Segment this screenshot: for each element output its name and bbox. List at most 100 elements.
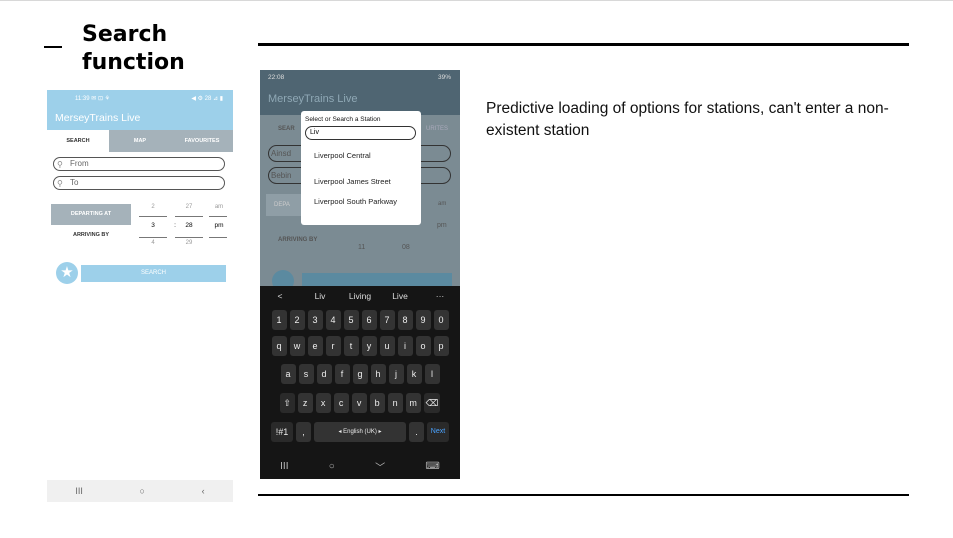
key[interactable]: a bbox=[280, 364, 296, 384]
dialog-title: Select or Search a Station bbox=[305, 116, 381, 123]
recents-icon[interactable]: III bbox=[280, 461, 288, 472]
key[interactable]: r bbox=[325, 336, 341, 356]
comma-key[interactable]: , bbox=[296, 422, 311, 442]
key[interactable]: s bbox=[298, 364, 314, 384]
search-icon: ⚲ bbox=[57, 160, 63, 169]
key[interactable]: 9 bbox=[415, 310, 431, 330]
tab-map[interactable]: MAP bbox=[109, 130, 171, 152]
hide-keyboard-icon[interactable]: ﹀ bbox=[375, 459, 385, 474]
minute-prev[interactable]: 27 bbox=[177, 204, 201, 210]
phone-screenshot-search: 11:39 ✉ ⊡ ⚘ ◀ ⚙ 28 ⊿ ▮ MerseyTrains Live… bbox=[47, 90, 233, 502]
key[interactable]: 2 bbox=[289, 310, 305, 330]
minute-next[interactable]: 29 bbox=[177, 240, 201, 246]
tab-search[interactable]: SEARCH bbox=[47, 130, 109, 152]
key[interactable]: u bbox=[379, 336, 395, 356]
key[interactable]: 1 bbox=[271, 310, 287, 330]
phone-screenshot-station-picker: 22:08 39% MerseyTrains Live SEAR URITES … bbox=[260, 70, 460, 479]
key[interactable]: k bbox=[406, 364, 422, 384]
key[interactable]: i bbox=[397, 336, 413, 356]
suggestion-bar: < Liv Living Live ··· bbox=[260, 286, 460, 306]
key[interactable]: 7 bbox=[379, 310, 395, 330]
arriving-by-toggle[interactable]: ARRIVING BY bbox=[51, 232, 131, 238]
key[interactable]: h bbox=[370, 364, 386, 384]
hour-next[interactable]: 4 bbox=[141, 240, 165, 246]
on-screen-keyboard: < Liv Living Live ··· 1 2 3 4 5 6 7 8 9 … bbox=[260, 286, 460, 479]
key[interactable]: l bbox=[424, 364, 440, 384]
key-row-q: q w e r t y u i o p bbox=[263, 336, 457, 356]
shift-icon[interactable]: ⇧ bbox=[279, 393, 295, 413]
to-input[interactable]: ⚲ To bbox=[53, 176, 225, 190]
station-picker-dialog: Select or Search a Station Liv Liverpool… bbox=[301, 111, 421, 225]
ampm-selected[interactable]: pm bbox=[207, 222, 231, 229]
departing-at-toggle[interactable]: DEPARTING AT bbox=[51, 204, 131, 225]
suggestion[interactable]: Live bbox=[380, 291, 420, 301]
key[interactable]: 8 bbox=[397, 310, 413, 330]
key[interactable]: 5 bbox=[343, 310, 359, 330]
key[interactable]: x bbox=[315, 393, 331, 413]
slide-caption: Predictive loading of options for statio… bbox=[486, 100, 889, 139]
battery-level: 39% bbox=[437, 73, 451, 81]
key[interactable]: p bbox=[433, 336, 449, 356]
key[interactable]: z bbox=[297, 393, 313, 413]
key[interactable]: o bbox=[415, 336, 431, 356]
ampm-prev[interactable]: am bbox=[207, 204, 231, 210]
keyboard-icon[interactable]: ⌨ bbox=[425, 461, 439, 472]
tab-favourites[interactable]: FAVOURITES bbox=[171, 130, 233, 152]
hour-prev[interactable]: 2 bbox=[141, 204, 165, 210]
status-time: 22:08 bbox=[268, 73, 285, 81]
hour-selected[interactable]: 3 bbox=[141, 222, 165, 229]
home-icon[interactable]: ○ bbox=[140, 486, 145, 496]
key[interactable]: 0 bbox=[433, 310, 449, 330]
android-nav-bar: III ○ ﹀ ⌨ bbox=[260, 454, 460, 479]
android-nav-bar: III ○ ‹ bbox=[47, 480, 233, 502]
app-title: MerseyTrains Live bbox=[47, 106, 233, 130]
favourite-star-icon[interactable]: ★ bbox=[56, 262, 78, 284]
key[interactable]: m bbox=[405, 393, 421, 413]
title-dash bbox=[44, 46, 62, 48]
app-title: MerseyTrains Live bbox=[268, 93, 358, 105]
station-option[interactable]: Liverpool Central bbox=[314, 151, 414, 160]
bottom-rule bbox=[258, 494, 909, 496]
key-row-a: a s d f g h j k l bbox=[263, 364, 457, 384]
key[interactable]: w bbox=[289, 336, 305, 356]
status-bar: 22:08 39% bbox=[260, 70, 460, 84]
period-key[interactable]: . bbox=[409, 422, 424, 442]
space-key[interactable]: ◂ English (UK) ▸ bbox=[314, 422, 406, 442]
search-button[interactable]: SEARCH bbox=[81, 265, 226, 282]
recents-icon[interactable]: III bbox=[75, 486, 83, 496]
home-icon[interactable]: ○ bbox=[329, 461, 335, 472]
station-option[interactable]: Liverpool James Street bbox=[314, 177, 414, 186]
key[interactable]: v bbox=[351, 393, 367, 413]
from-input[interactable]: ⚲ From bbox=[53, 157, 225, 171]
key[interactable]: d bbox=[316, 364, 332, 384]
key[interactable]: n bbox=[387, 393, 403, 413]
key[interactable]: b bbox=[369, 393, 385, 413]
key[interactable]: q bbox=[271, 336, 287, 356]
key[interactable]: c bbox=[333, 393, 349, 413]
backspace-icon[interactable]: ⌫ bbox=[423, 393, 441, 413]
key[interactable]: y bbox=[361, 336, 377, 356]
key[interactable]: e bbox=[307, 336, 323, 356]
minute-selected[interactable]: 28 bbox=[177, 222, 201, 229]
station-option[interactable]: Liverpool South Parkway bbox=[314, 197, 414, 206]
suggestion[interactable]: Liv bbox=[300, 291, 340, 301]
key[interactable]: 4 bbox=[325, 310, 341, 330]
key-row-z: ⇧ z x c v b n m ⌫ bbox=[263, 393, 457, 413]
more-icon[interactable]: ··· bbox=[420, 291, 460, 301]
key[interactable]: 6 bbox=[361, 310, 377, 330]
status-time: 11:39 ✉ ⊡ ⚘ bbox=[75, 95, 111, 102]
status-bar: 11:39 ✉ ⊡ ⚘ ◀ ⚙ 28 ⊿ ▮ bbox=[47, 90, 233, 106]
next-key[interactable]: Next bbox=[427, 422, 449, 442]
symbols-key[interactable]: !#1 bbox=[271, 422, 293, 442]
key[interactable]: t bbox=[343, 336, 359, 356]
suggestion[interactable]: Living bbox=[340, 291, 380, 301]
key[interactable]: g bbox=[352, 364, 368, 384]
key[interactable]: j bbox=[388, 364, 404, 384]
back-icon[interactable]: ‹ bbox=[202, 486, 205, 496]
key[interactable]: f bbox=[334, 364, 350, 384]
suggestion-back-icon[interactable]: < bbox=[260, 291, 300, 301]
slide: Search function Predictive loading of op… bbox=[0, 0, 953, 538]
station-search-input[interactable]: Liv bbox=[305, 126, 416, 140]
tab-bar: SEARCH MAP FAVOURITES bbox=[47, 130, 233, 152]
key[interactable]: 3 bbox=[307, 310, 323, 330]
